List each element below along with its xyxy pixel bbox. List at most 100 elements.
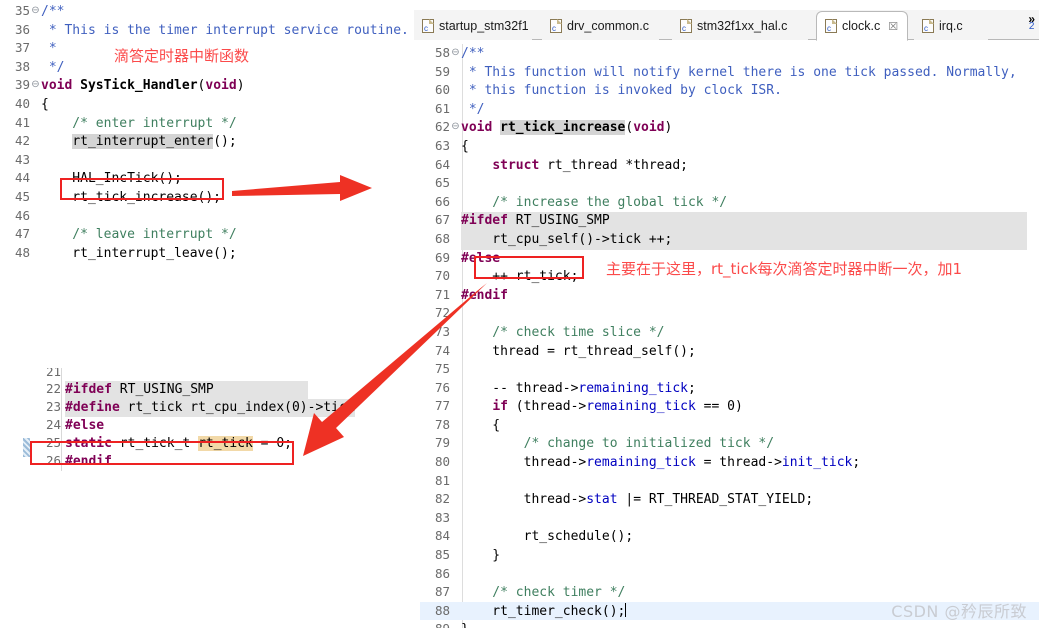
line-number: 39 <box>0 76 30 95</box>
code-line: 86 <box>420 565 1039 584</box>
code-line-fn-signature: 62⊖void rt_tick_increase(void) <box>420 118 1039 137</box>
line-number: 59 <box>420 63 450 82</box>
code-text: rt_schedule(); <box>461 528 633 547</box>
code-line: 46 <box>0 207 412 226</box>
code-text: #endif <box>65 453 112 471</box>
code-text: /* increase the global tick */ <box>461 194 727 213</box>
tab-label: drv_common.c <box>567 19 649 33</box>
line-number: 76 <box>420 379 450 398</box>
line-number: 83 <box>420 509 450 528</box>
snippet-change-ruler <box>22 368 31 482</box>
line-number: 60 <box>420 81 450 100</box>
code-line: 77 if (thread->remaining_tick == 0) <box>420 397 1039 416</box>
line-number: 74 <box>420 342 450 361</box>
code-text: rt_cpu_self()->tick ++; <box>461 231 1027 250</box>
line-number: 38 <box>0 58 30 77</box>
fold-toggle-icon[interactable]: ⊖ <box>30 76 41 95</box>
code-line: 59 * This function will notify kernel th… <box>420 63 1039 82</box>
screenshot-root: startup_stm32f1 drv_common.c stm32f1xx_h… <box>0 0 1039 628</box>
code-line: 73 /* check time slice */ <box>420 323 1039 342</box>
code-line: 58⊖/** <box>420 44 1039 63</box>
line-number: 43 <box>0 151 30 170</box>
code-line: 75 <box>420 360 1039 379</box>
code-line: 49} <box>0 262 412 264</box>
line-number: 81 <box>420 472 450 491</box>
code-text: #endif <box>461 287 508 306</box>
code-line: 66 /* increase the global tick */ <box>420 193 1039 212</box>
code-text: ++ rt_tick; <box>461 268 578 287</box>
code-text: /** <box>41 3 64 22</box>
fold-toggle-icon[interactable]: ⊖ <box>30 2 41 21</box>
line-number: 42 <box>0 132 30 151</box>
csdn-watermark: CSDN @矜辰所致 <box>891 598 1027 622</box>
c-file-icon <box>680 19 692 33</box>
line-number: 87 <box>420 583 450 602</box>
line-number: 46 <box>0 207 30 226</box>
code-line: 41 /* enter interrupt */ <box>0 114 412 133</box>
code-text: { <box>41 96 49 115</box>
line-number: 61 <box>420 100 450 119</box>
code-line: 42 rt_interrupt_enter(); <box>0 132 412 151</box>
line-number: 88 <box>420 602 450 621</box>
line-number: 68 <box>420 230 450 249</box>
line-number: 82 <box>420 490 450 509</box>
line-number: 45 <box>0 188 30 207</box>
line-number: 62 <box>420 118 450 137</box>
tab-overflow-indicator[interactable]: » 2 <box>1028 14 1035 32</box>
code-line: 67#ifdef RT_USING_SMP <box>420 211 1039 230</box>
tab-drv_common-c[interactable]: drv_common.c <box>542 12 659 40</box>
code-line: 24#else <box>31 416 394 434</box>
close-icon[interactable]: ☒ <box>888 20 898 33</box>
code-line: 83 <box>420 509 1039 528</box>
code-text: /** <box>461 45 484 64</box>
code-line: 71#endif <box>420 286 1039 305</box>
code-text: { <box>461 138 469 157</box>
c-file-icon <box>922 19 934 33</box>
code-text: * This function will notify kernel there… <box>461 64 1017 83</box>
tab-label: clock.c <box>842 19 880 33</box>
code-line: 22#ifdef RT_USING_SMP <box>31 380 394 398</box>
line-number: 89 <box>420 620 450 628</box>
code-text: { <box>461 417 500 436</box>
fold-toggle-icon[interactable]: ⊖ <box>450 118 461 137</box>
code-text: /* check timer */ <box>461 584 625 603</box>
tab-clock-c[interactable]: clock.c ☒ <box>816 11 908 41</box>
line-number: 65 <box>420 174 450 193</box>
snippet-code-editor[interactable]: 21 22#ifdef RT_USING_SMP 23#define rt_ti… <box>22 368 394 482</box>
code-line: 78 { <box>420 416 1039 435</box>
code-text: /* check time slice */ <box>461 324 665 343</box>
left-code-editor[interactable]: 35⊖/** 36 * This is the timer interrupt … <box>0 2 412 264</box>
code-text: */ <box>461 101 484 120</box>
line-number: 69 <box>420 249 450 268</box>
fold-toggle-icon[interactable]: ⊖ <box>450 44 461 63</box>
code-line: 48 rt_interrupt_leave(); <box>0 244 412 263</box>
tab-irq-c[interactable]: irq.c <box>914 12 988 40</box>
code-text: } <box>41 263 49 264</box>
code-line: 79 /* change to initialized tick */ <box>420 434 1039 453</box>
tab-stm32f1xx_hal-c[interactable]: stm32f1xx_hal.c <box>672 12 808 40</box>
code-text: #else <box>65 417 104 435</box>
code-text: #else <box>461 250 500 269</box>
c-file-icon <box>825 19 837 33</box>
code-line: 72 <box>420 304 1039 323</box>
code-line: 68 rt_cpu_self()->tick ++; <box>420 230 1039 249</box>
line-number: 64 <box>420 156 450 175</box>
code-line: 65 <box>420 174 1039 193</box>
code-line: 61 */ <box>420 100 1039 119</box>
code-line: 35⊖/** <box>0 2 412 21</box>
line-number: 78 <box>420 416 450 435</box>
editor-tab-bar: startup_stm32f1 drv_common.c stm32f1xx_h… <box>414 10 1039 40</box>
code-line: 47 /* leave interrupt */ <box>0 225 412 244</box>
code-text: /* change to initialized tick */ <box>461 435 774 454</box>
code-text: /* leave interrupt */ <box>41 226 237 245</box>
line-number: 37 <box>0 39 30 58</box>
code-line: 80 thread->remaining_tick = thread->init… <box>420 453 1039 472</box>
annotation-note-systick: 滴答定时器中断函数 <box>114 45 249 66</box>
code-text: HAL_IncTick(); <box>41 170 182 189</box>
tab-startup_stm32f1[interactable]: startup_stm32f1 <box>414 12 532 40</box>
line-number: 86 <box>420 565 450 584</box>
line-number: 85 <box>420 546 450 565</box>
line-number: 77 <box>420 397 450 416</box>
c-file-icon <box>422 19 434 33</box>
right-code-editor[interactable]: 58⊖/** 59 * This function will notify ke… <box>420 44 1039 628</box>
